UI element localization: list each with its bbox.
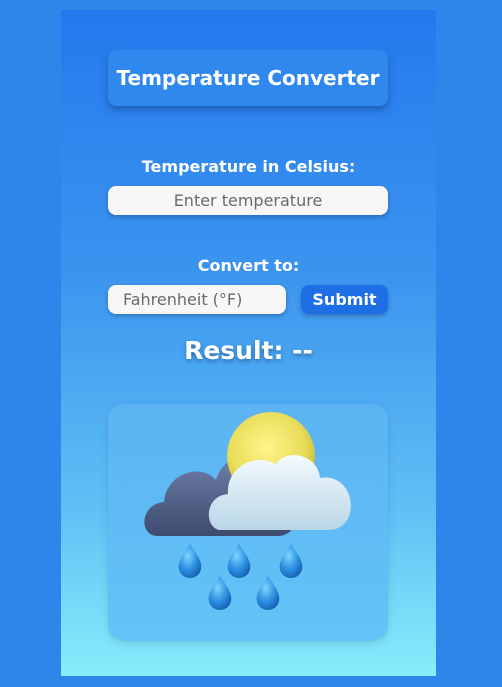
convert-to-label: Convert to: [197,256,300,275]
unit-select[interactable]: Fahrenheit (°F) [108,285,286,314]
weather-card [108,404,388,641]
converter-panel: Temperature Converter Temperature in Cel… [61,10,436,676]
submit-button[interactable]: Submit [301,285,388,314]
result-text: Result: -- [184,336,313,365]
raindrops [178,544,303,610]
app-title: Temperature Converter [108,50,388,106]
rain-cloud-sun-icon [144,412,351,610]
temperature-input[interactable] [108,186,388,215]
celsius-label: Temperature in Celsius: [141,157,356,176]
